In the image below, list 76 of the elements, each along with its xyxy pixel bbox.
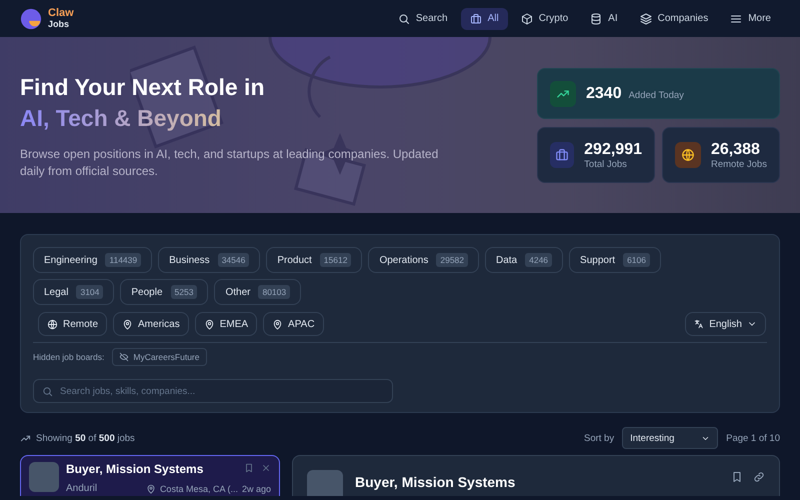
stat-value: 2340 <box>586 84 622 102</box>
brand-name: Claw <box>48 8 74 19</box>
briefcase-icon <box>470 12 482 24</box>
stat-value: 292,991 <box>584 140 642 158</box>
stat-label: Added Today <box>628 90 684 100</box>
cube-icon <box>520 12 533 24</box>
nav-tab[interactable]: Search <box>388 8 457 30</box>
count-badge: 6106 <box>623 253 650 267</box>
results-summary: Showing 50 of 500 jobs <box>36 432 135 444</box>
search-field[interactable]: Search jobs, skills, companies... <box>33 379 393 403</box>
region-chip[interactable]: Americas <box>113 312 189 336</box>
count-badge: 114439 <box>105 253 142 267</box>
category-chip[interactable]: People 5253 <box>120 279 208 305</box>
region-chip[interactable]: EMEA <box>194 312 258 336</box>
category-chip[interactable]: Legal 3104 <box>33 279 114 305</box>
nav-tab[interactable]: Companies <box>630 8 718 30</box>
map-pin-icon <box>122 318 134 330</box>
hidden-board-chip[interactable]: MyCareersFuture <box>112 348 206 366</box>
count-badge: 3104 <box>76 285 104 299</box>
globe-icon <box>681 148 695 162</box>
layers-icon <box>640 12 652 24</box>
nav-tab[interactable]: All <box>460 8 508 30</box>
search-icon <box>398 12 410 24</box>
translate-icon <box>694 319 704 329</box>
count-badge: 15612 <box>320 253 352 267</box>
category-chip[interactable]: Support 6106 <box>569 247 661 273</box>
category-chip[interactable]: Product 15612 <box>266 247 362 273</box>
page-indicator: Page 1 of 10 <box>726 432 780 444</box>
count-badge: 4246 <box>525 253 552 267</box>
count-badge: 5253 <box>170 285 198 299</box>
company-name: Anduril <box>66 483 98 494</box>
sort-label: Sort by <box>584 432 614 444</box>
category-chip[interactable]: Data 4246 <box>485 247 564 273</box>
sort-select[interactable]: Interesting <box>622 427 718 449</box>
category-chip[interactable]: Business 34546 <box>158 247 260 273</box>
logo-icon <box>20 8 42 30</box>
job-title: Buyer, Mission Systems <box>66 462 204 476</box>
nav-tab[interactable]: Crypto <box>512 8 578 30</box>
hero-title: Find Your Next Role in <box>20 73 266 102</box>
job-age: 2w ago <box>242 484 271 494</box>
count-badge: 29582 <box>436 253 468 267</box>
category-chip[interactable]: Other 80103 <box>214 279 302 305</box>
count-badge: 34546 <box>218 253 250 267</box>
map-pin-icon <box>204 318 215 330</box>
stat-label: Remote Jobs <box>711 158 767 170</box>
trend-up-icon <box>20 432 31 444</box>
stat-label: Total Jobs <box>584 158 628 170</box>
bookmark-icon <box>244 463 254 473</box>
briefcase-icon <box>555 148 570 162</box>
brand-subtitle: Jobs <box>48 20 70 29</box>
search-icon <box>42 386 53 397</box>
database-icon <box>590 12 602 24</box>
job-location: Costa Mesa, CA (... <box>160 484 238 494</box>
stat-value: 26,388 <box>711 140 761 158</box>
language-select[interactable]: English <box>685 312 766 336</box>
nav-tab[interactable]: AI <box>581 8 627 30</box>
job-card[interactable]: Buyer, Mission Systems Anduril Costa Mesa, CA (... 2w ago <box>20 455 280 496</box>
map-pin-icon <box>146 484 156 494</box>
region-chip[interactable]: APAC <box>263 312 324 336</box>
hero-description: Browse open positions in AI, tech, and startups at leading companies. Updated daily from official sources. <box>20 146 440 180</box>
detail-title: Buyer, Mission Systems <box>355 474 516 490</box>
company-logo <box>29 462 59 492</box>
company-logo <box>307 470 343 496</box>
hidden-boards-label: Hidden job boards: <box>33 352 104 362</box>
region-chip[interactable]: Remote <box>38 312 108 336</box>
count-badge: 80103 <box>258 285 290 299</box>
category-chip[interactable]: Engineering 114439 <box>33 247 152 273</box>
globe-icon <box>47 318 58 330</box>
map-pin-icon <box>272 318 284 330</box>
close-icon <box>261 463 271 473</box>
category-chip[interactable]: Operations 29582 <box>368 247 479 273</box>
menu-icon <box>730 12 742 24</box>
link-icon <box>753 471 765 483</box>
nav-tab[interactable]: More <box>721 8 780 30</box>
bookmark-icon <box>731 471 743 483</box>
eye-off-icon <box>119 352 130 362</box>
